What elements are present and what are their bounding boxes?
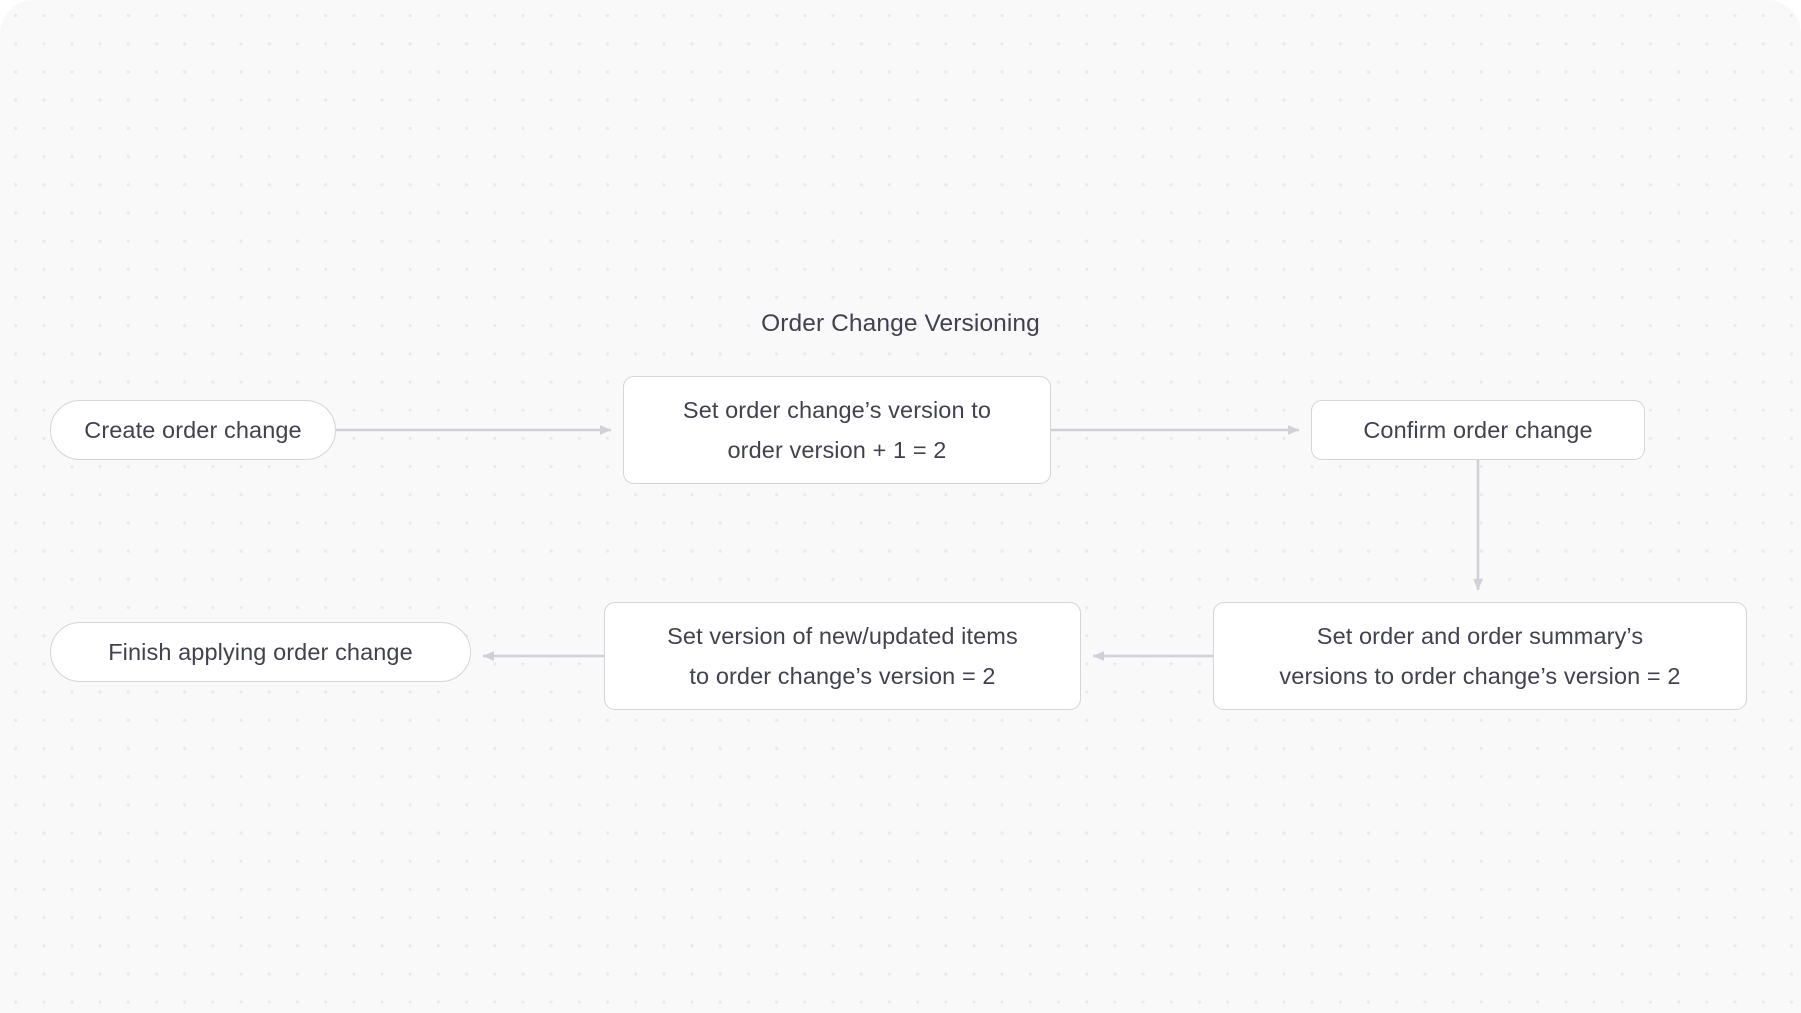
node-create-order-change[interactable]: Create order change — [50, 400, 336, 460]
node-finish-applying[interactable]: Finish applying order change — [50, 622, 471, 682]
diagram-title: Order Change Versioning — [761, 310, 1040, 337]
node-set-item-versions[interactable]: Set version of new/updated items to orde… — [604, 602, 1081, 710]
node-set-order-summary-versions[interactable]: Set order and order summary’s versions t… — [1213, 602, 1747, 710]
node-confirm-order-change[interactable]: Confirm order change — [1311, 400, 1645, 460]
diagram-canvas: Order Change Versioning Create order cha… — [0, 0, 1801, 1013]
node-set-order-change-version[interactable]: Set order change’s version to order vers… — [623, 376, 1051, 484]
edge-layer — [336, 425, 1483, 661]
